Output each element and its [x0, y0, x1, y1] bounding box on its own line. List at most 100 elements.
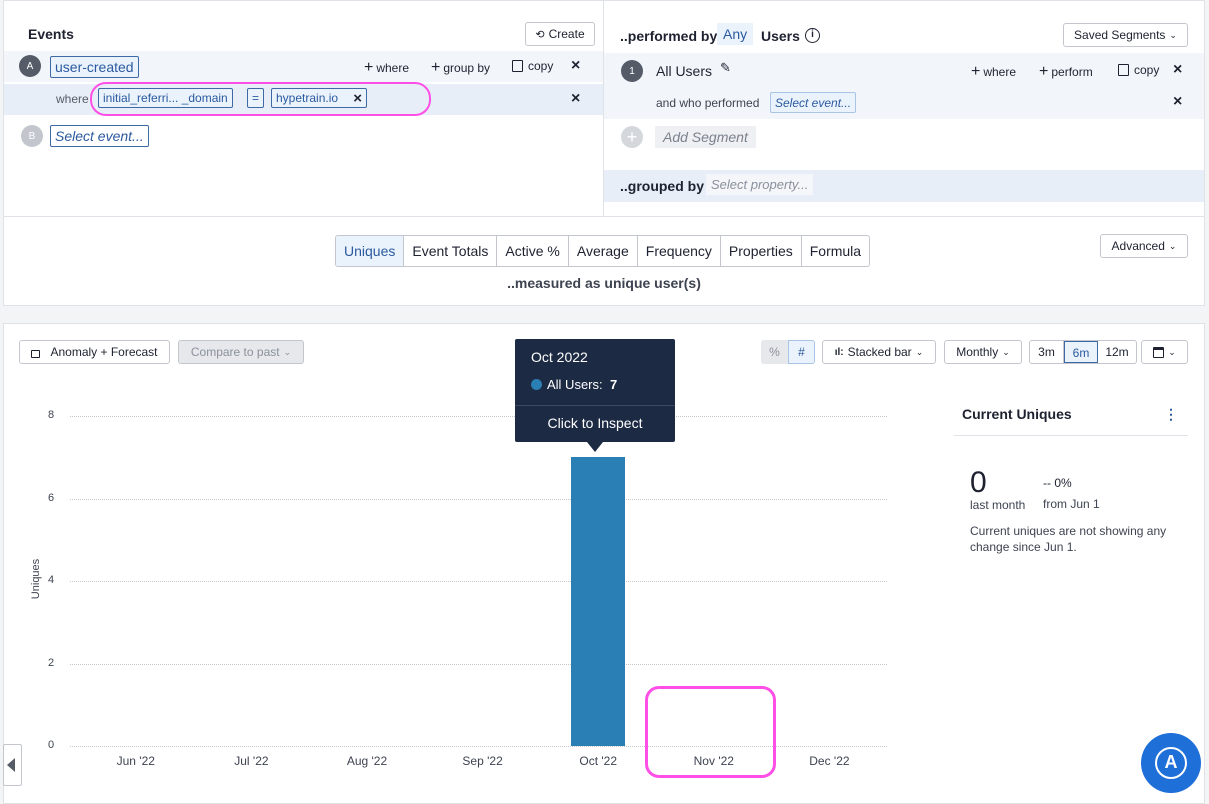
summary-value-caption: last month [970, 498, 1026, 512]
chevron-down-icon: ⌄ [283, 346, 292, 357]
segment-close-icon[interactable]: × [1173, 61, 1182, 79]
segment-perform-button[interactable]: + perform [1039, 63, 1093, 81]
summary-title: Current Uniques [962, 406, 1072, 422]
range-selector: 3m 6m 12m [1029, 340, 1137, 364]
filter-highlight [90, 82, 431, 116]
amplitude-launcher-button[interactable]: A [1141, 733, 1201, 793]
copy-icon [1118, 64, 1129, 76]
count-toggle[interactable]: # [788, 340, 815, 364]
event-b-letter: B [21, 125, 43, 147]
filter-where-label: where [56, 92, 89, 106]
stacked-bar-icon: ıl: [834, 346, 844, 358]
segment-where-button[interactable]: + where [971, 63, 1016, 81]
chart-tooltip: Oct 2022 All Users: 7 Click to Inspect [515, 339, 675, 442]
summary-change: -- 0% [1043, 476, 1072, 490]
event-a-copy-button[interactable]: copy [512, 59, 553, 73]
measure-panel: Uniques Event Totals Active % Average Fr… [3, 216, 1205, 306]
compare-to-past-button[interactable]: Compare to past ⌄ [178, 340, 304, 364]
grid-line [70, 416, 887, 417]
tooltip-inspect-link[interactable]: Click to Inspect [515, 415, 675, 431]
range-12m[interactable]: 12m [1098, 341, 1136, 363]
select-property-input[interactable]: Select property... [706, 174, 814, 195]
info-icon[interactable]: i [805, 28, 820, 43]
performed-by-label: ..performed by [620, 28, 718, 44]
create-button[interactable]: ⟲ Create [525, 22, 595, 46]
x-tick-label: Jul '22 [234, 754, 269, 768]
chevron-down-icon: ⌄ [1168, 240, 1177, 251]
chart-type-dropdown[interactable]: ıl: Stacked bar ⌄ [822, 340, 936, 364]
segment-performed-close-icon[interactable]: × [1173, 93, 1182, 111]
chevron-down-icon: ⌄ [1168, 346, 1176, 357]
range-3m[interactable]: 3m [1030, 341, 1064, 363]
tooltip-title: Oct 2022 [531, 349, 588, 365]
events-header: Events [28, 26, 74, 42]
tab-event-totals[interactable]: Event Totals [404, 236, 498, 266]
lock-icon [31, 350, 41, 358]
create-icon: ⟲ [535, 28, 545, 41]
grid-line [70, 498, 887, 500]
collapse-handle[interactable] [3, 744, 22, 786]
users-label: Users [761, 28, 800, 44]
tooltip-arrow [587, 442, 603, 452]
segment-1-number: 1 [621, 60, 643, 82]
copy-icon [512, 60, 523, 72]
amplitude-logo-icon: A [1155, 747, 1187, 779]
summary-divider [954, 435, 1188, 436]
y-tick-label: 0 [48, 739, 55, 751]
segments-panel: ..performed by Any Users i Saved Segment… [603, 0, 1205, 217]
x-tick-label: Jun '22 [116, 754, 155, 768]
saved-segments-button[interactable]: Saved Segments ⌄ [1063, 23, 1188, 47]
interval-dropdown[interactable]: Monthly ⌄ [944, 340, 1022, 364]
x-tick-label: Dec '22 [809, 754, 850, 768]
and-who-performed-label: and who performed [656, 96, 760, 110]
events-panel: Events ⟲ Create A user-created + where + g… [3, 0, 604, 217]
segment-select-event[interactable]: Select event... [770, 92, 857, 113]
y-tick-label: 4 [48, 574, 55, 586]
add-segment-button[interactable]: Add Segment [655, 126, 756, 148]
tab-frequency[interactable]: Frequency [638, 236, 721, 266]
x-tick-label: Aug '22 [346, 754, 388, 768]
segment-copy-button[interactable]: copy [1118, 63, 1159, 77]
event-a-name[interactable]: user-created [50, 56, 139, 78]
chevron-down-icon: ⌄ [915, 346, 924, 357]
tooltip-divider [515, 405, 675, 406]
y-tick-label: 2 [48, 656, 55, 669]
event-b-select[interactable]: Select event... [50, 125, 149, 147]
chevron-down-icon: ⌄ [1002, 346, 1010, 357]
tab-active-percent[interactable]: Active % [497, 236, 569, 266]
measure-tabs: Uniques Event Totals Active % Average Fr… [335, 235, 871, 267]
segment-1-name[interactable]: All Users [656, 63, 712, 79]
tab-uniques[interactable]: Uniques [336, 236, 405, 266]
plus-icon: + [364, 59, 374, 76]
percent-toggle[interactable]: % [761, 340, 788, 364]
advanced-button[interactable]: Advanced ⌄ [1100, 234, 1188, 258]
event-a-where-button[interactable]: + where [364, 59, 409, 77]
date-picker-button[interactable]: ⌄ [1141, 340, 1188, 364]
event-a-close-icon[interactable]: × [571, 57, 580, 75]
measure-caption: ..measured as unique user(s) [507, 275, 701, 291]
add-segment-plus-icon[interactable]: + [621, 126, 643, 148]
more-options-icon[interactable]: ⋮ [1164, 406, 1178, 423]
tooltip-series-value: 7 [610, 377, 618, 392]
pencil-icon[interactable]: ✎ [720, 60, 731, 76]
grid-line [70, 663, 887, 665]
x-tick-label: Sep '22 [462, 754, 503, 768]
event-a-letter: A [19, 55, 41, 77]
calendar-icon [1153, 346, 1165, 358]
tab-properties[interactable]: Properties [721, 236, 802, 266]
summary-value: 0 [970, 466, 987, 499]
y-axis-label: Uniques [30, 558, 42, 600]
plus-icon: + [1039, 63, 1049, 80]
y-tick-label: 8 [48, 409, 55, 421]
event-a-group-by-button[interactable]: + group by [431, 59, 490, 77]
tab-formula[interactable]: Formula [802, 236, 869, 266]
chevron-left-icon [7, 758, 15, 772]
any-selector[interactable]: Any [717, 23, 754, 45]
tab-average[interactable]: Average [569, 236, 638, 266]
anomaly-forecast-button[interactable]: Anomaly + Forecast [19, 340, 170, 364]
filter-close-icon[interactable]: × [571, 90, 580, 108]
bar[interactable] [571, 457, 626, 746]
range-6m[interactable]: 6m [1064, 341, 1098, 363]
grid-line [70, 581, 887, 582]
x-tick-label: Oct '22 [579, 754, 617, 768]
